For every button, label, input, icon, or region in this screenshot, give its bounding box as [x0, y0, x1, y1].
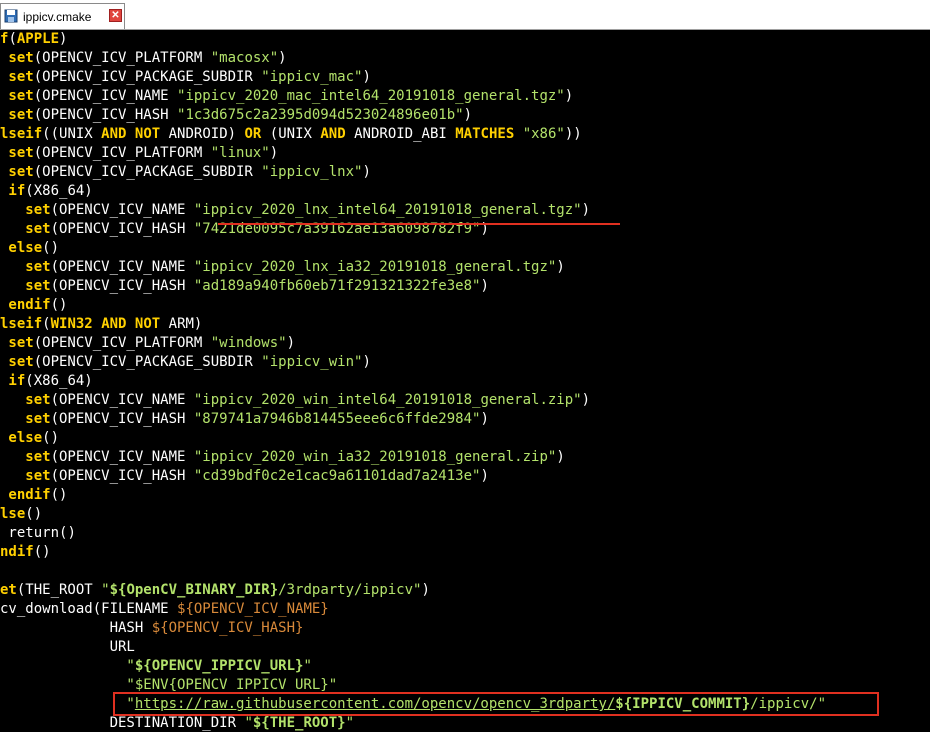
- code-line: set(OPENCV_ICV_PACKAGE_SUBDIR "ippicv_ln…: [0, 164, 371, 180]
- close-icon[interactable]: ✕: [109, 9, 122, 22]
- code-line: "${OPENCV_IPPICV_URL}": [0, 658, 312, 674]
- code-line: set(OPENCV_ICV_HASH "ad189a940fb60eb71f2…: [0, 278, 489, 294]
- code-line: cv_download(FILENAME ${OPENCV_ICV_NAME}: [0, 601, 329, 617]
- tab-label: ippicv.cmake: [23, 10, 92, 24]
- code-line: if(X86_64): [0, 373, 93, 389]
- code-line: set(OPENCV_ICV_NAME "ippicv_2020_lnx_int…: [0, 202, 591, 218]
- code-line: set(OPENCV_ICV_HASH "1c3d675c2a2395d094d…: [0, 107, 473, 123]
- code-line: DESTINATION_DIR "${THE_ROOT}": [0, 715, 355, 731]
- code-editor[interactable]: f(APPLE) set(OPENCV_ICV_PLATFORM "macosx…: [0, 30, 930, 732]
- code-line: endif(): [0, 297, 68, 313]
- code-line: set(OPENCV_ICV_PLATFORM "macosx"): [0, 50, 287, 66]
- red-box-annotation: [113, 692, 879, 716]
- code-line: URL: [0, 639, 135, 655]
- tab-bar: ippicv.cmake ✕: [0, 0, 930, 30]
- code-line: set(OPENCV_ICV_PLATFORM "windows"): [0, 335, 296, 351]
- code-line: endif(): [0, 487, 68, 503]
- code-line: set(OPENCV_ICV_PACKAGE_SUBDIR "ippicv_wi…: [0, 354, 371, 370]
- code-line: set(OPENCV_ICV_NAME "ippicv_2020_mac_int…: [0, 88, 574, 104]
- code-line: set(OPENCV_ICV_HASH "cd39bdf0c2e1cac9a61…: [0, 468, 489, 484]
- code-line: et(THE_ROOT "${OpenCV_BINARY_DIR}/3rdpar…: [0, 582, 430, 598]
- code-line: f(APPLE): [0, 31, 68, 47]
- code-line: if(X86_64): [0, 183, 93, 199]
- code-line: set(OPENCV_ICV_NAME "ippicv_2020_win_ia3…: [0, 449, 565, 465]
- red-underline-annotation: [218, 223, 620, 225]
- code-line: lseif((UNIX AND NOT ANDROID) OR (UNIX AN…: [0, 126, 582, 142]
- tab-ippicv-cmake[interactable]: ippicv.cmake ✕: [0, 3, 125, 29]
- code-line: lse(): [0, 506, 43, 522]
- code-line: else(): [0, 430, 60, 446]
- code-line: else(): [0, 240, 60, 256]
- code-line: HASH ${OPENCV_ICV_HASH}: [0, 620, 304, 636]
- code-line: set(OPENCV_ICV_HASH "879741a7946b814455e…: [0, 411, 489, 427]
- code-line: ndif(): [0, 544, 51, 560]
- code-line: return(): [0, 525, 76, 541]
- code-line: set(OPENCV_ICV_PACKAGE_SUBDIR "ippicv_ma…: [0, 69, 371, 85]
- file-icon: [4, 9, 18, 23]
- code-line: set(OPENCV_ICV_NAME "ippicv_2020_lnx_ia3…: [0, 259, 565, 275]
- code-line: lseif(WIN32 AND NOT ARM): [0, 316, 203, 332]
- code-line: set(OPENCV_ICV_NAME "ippicv_2020_win_int…: [0, 392, 591, 408]
- code-line: set(OPENCV_ICV_PLATFORM "linux"): [0, 145, 279, 161]
